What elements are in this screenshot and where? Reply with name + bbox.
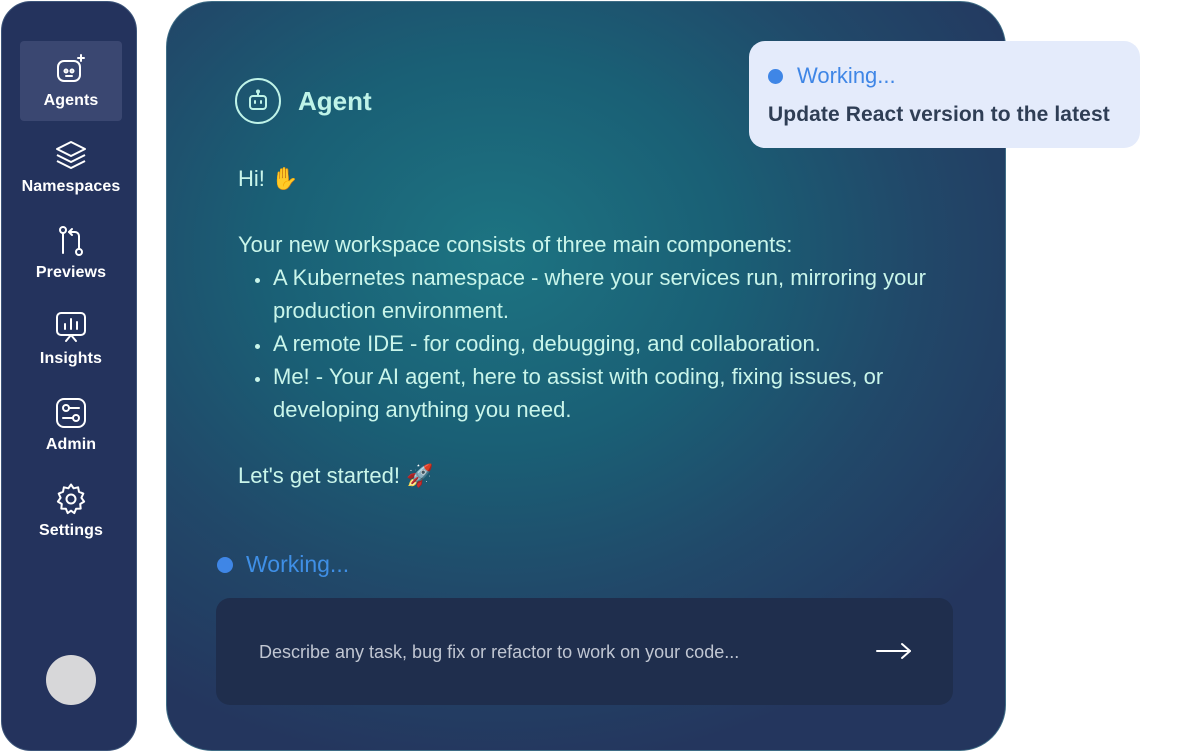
toast-task-text: Update React version to the latest xyxy=(768,103,1110,126)
working-status: Working... xyxy=(217,551,349,578)
greeting-text: Hi! ✋ xyxy=(238,166,299,191)
avatar[interactable] xyxy=(46,655,96,705)
send-button[interactable] xyxy=(874,636,914,666)
status-dot xyxy=(768,68,783,84)
task-input[interactable] xyxy=(257,632,841,672)
sidebar-item-label: Previews xyxy=(35,264,107,281)
components-list: A Kubernetes namespace - where your serv… xyxy=(238,261,938,426)
sidebar-item-settings[interactable]: Settings xyxy=(20,471,122,551)
agent-title: Agent xyxy=(298,85,372,116)
sidebar-item-agents[interactable]: Agents xyxy=(20,41,122,121)
task-toast: Working... Update React version to the l… xyxy=(749,41,1140,148)
arrow-right-icon xyxy=(876,643,911,659)
closing-text: Let's get started! 🚀 xyxy=(238,463,434,488)
sidebar-item-previews[interactable]: Previews xyxy=(20,213,122,293)
sidebar-item-label: Agents xyxy=(43,92,99,109)
list-item: Me! - Your AI agent, here to assist with… xyxy=(272,360,938,426)
robot-icon xyxy=(235,78,281,124)
status-text: Working... xyxy=(246,551,350,577)
chart-board-icon xyxy=(54,310,88,344)
toast-status-text: Working... xyxy=(797,63,896,88)
sidebar-item-label: Settings xyxy=(39,522,103,539)
branch-icon xyxy=(54,224,88,258)
composer xyxy=(216,598,953,705)
list-item: A remote IDE - for coding, debugging, an… xyxy=(272,327,938,360)
agent-header: Agent xyxy=(235,78,372,124)
agent-message: Hi! ✋ Your new workspace consists of thr… xyxy=(238,162,938,492)
sidebar-item-insights[interactable]: Insights xyxy=(20,299,122,379)
agent-sparkle-icon xyxy=(54,52,88,86)
layers-icon xyxy=(54,138,88,172)
sidebar: Agents Namespaces Previews Insights Admi… xyxy=(1,1,137,751)
sidebar-item-namespaces[interactable]: Namespaces xyxy=(20,127,122,207)
toast-status: Working... xyxy=(768,63,896,89)
sidebar-item-label: Namespaces xyxy=(21,178,121,195)
sidebar-item-label: Admin xyxy=(45,436,97,453)
sidebar-item-admin[interactable]: Admin xyxy=(20,385,122,465)
sliders-icon xyxy=(54,396,88,430)
gear-icon xyxy=(54,482,88,516)
list-item: A Kubernetes namespace - where your serv… xyxy=(272,261,938,327)
sidebar-item-label: Insights xyxy=(39,350,103,367)
intro-text: Your new workspace consists of three mai… xyxy=(238,232,793,257)
status-dot xyxy=(217,556,233,573)
